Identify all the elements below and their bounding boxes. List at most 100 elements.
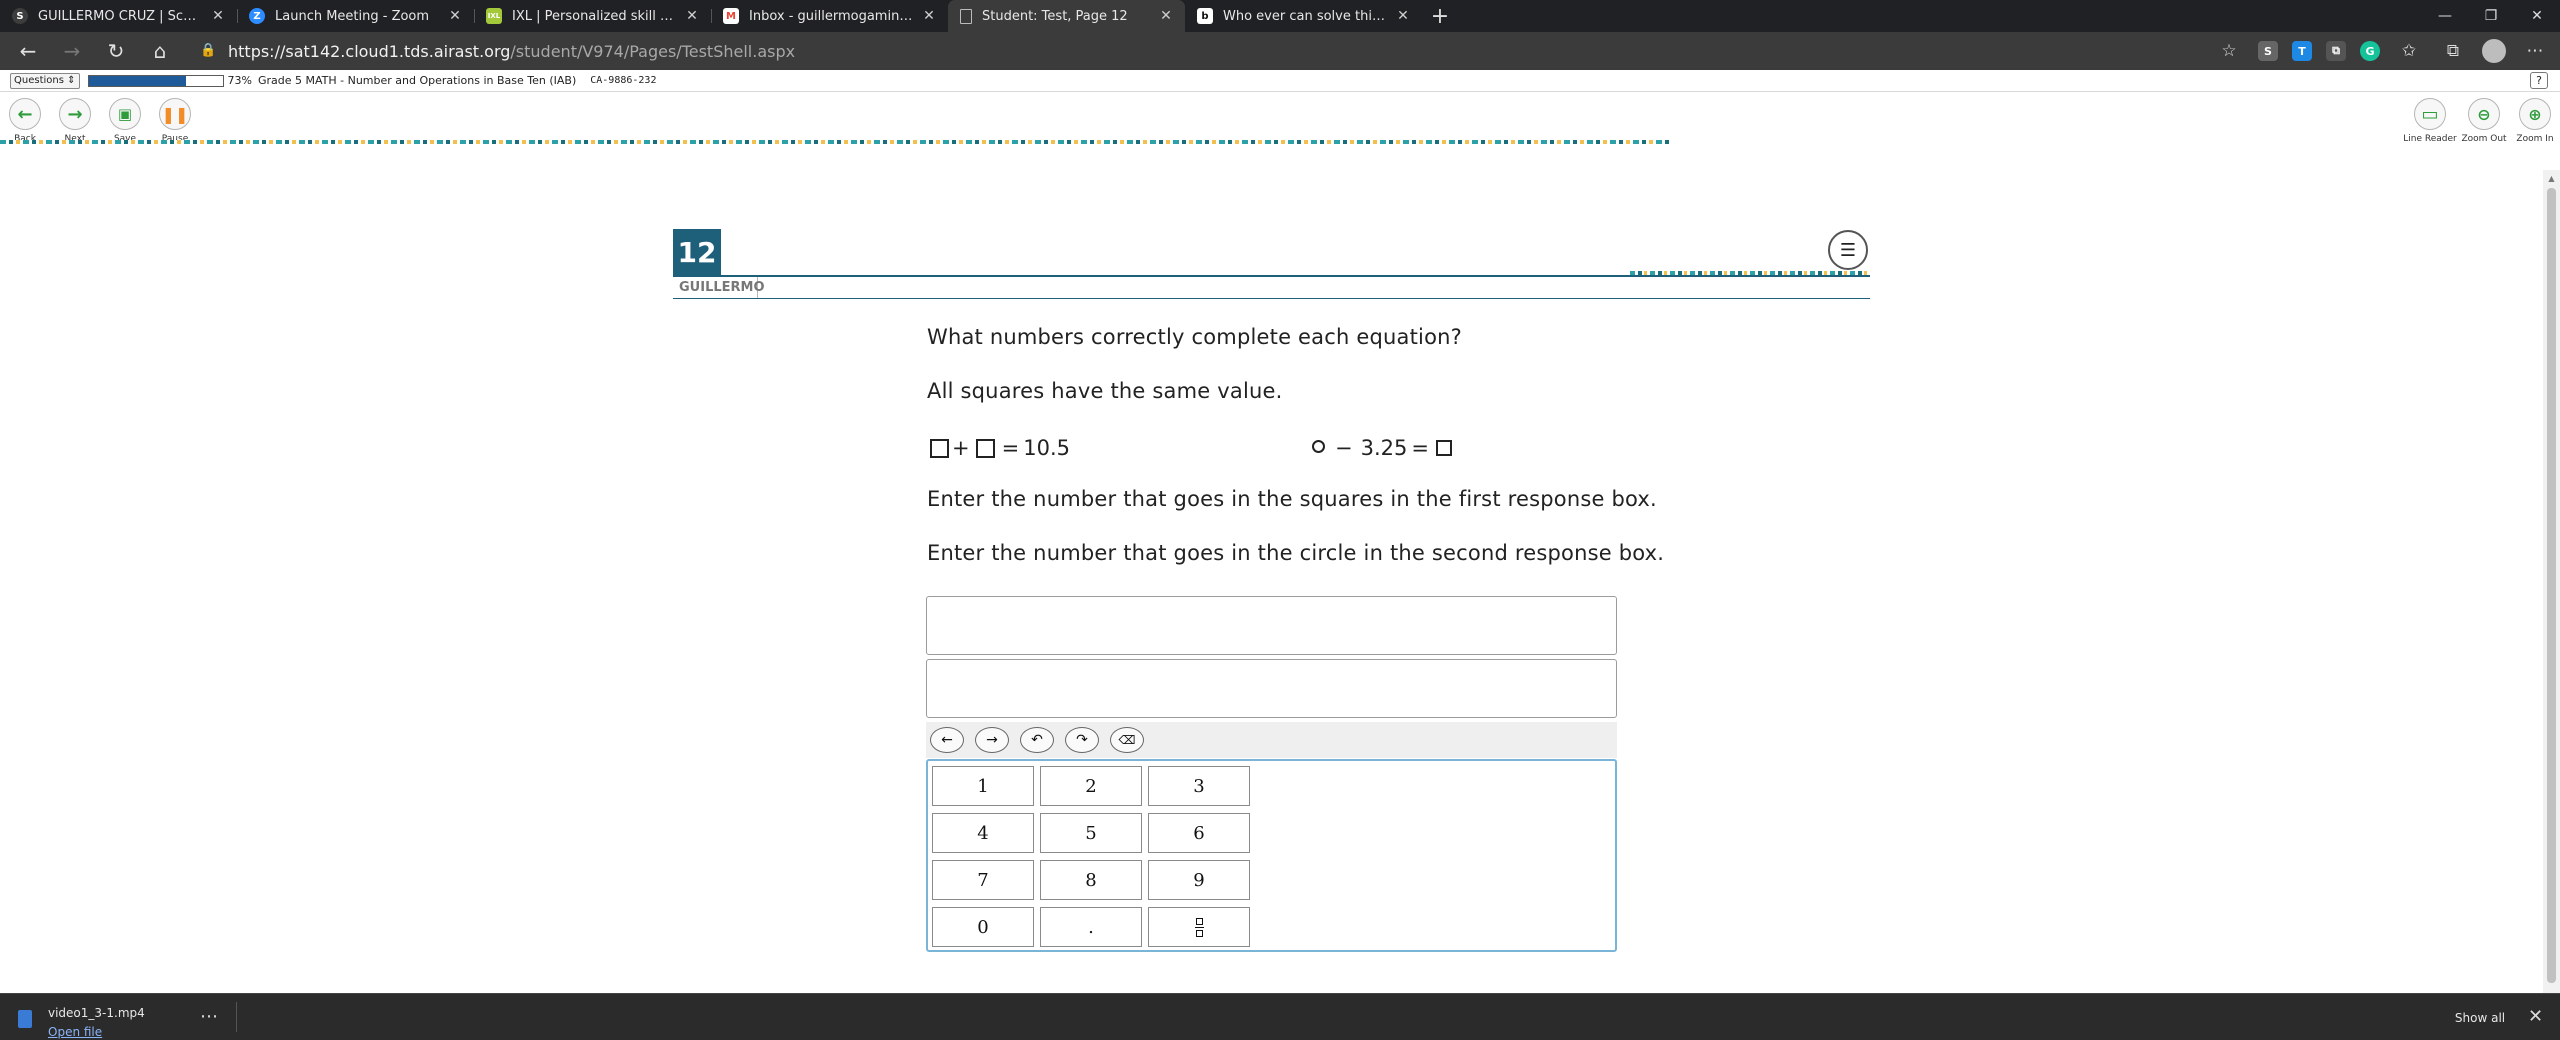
tab-title: Who ever can solve this you a g [1223, 8, 1388, 24]
downloads-bar: video1_3-1.mp4 Open file ⋯ Show all ✕ [0, 993, 2560, 1040]
zoom-out-button[interactable]: ⊖ Zoom Out [2459, 98, 2509, 144]
back-arrow-icon[interactable]: ← [6, 32, 50, 70]
next-arrow-icon: → [59, 98, 91, 130]
close-icon[interactable]: ✕ [446, 7, 464, 25]
key-fraction[interactable] [1148, 907, 1250, 947]
decorative-dashed-divider [1630, 271, 1868, 275]
equation-1-result: 10.5 [1023, 436, 1070, 460]
pause-button[interactable]: ❚❚ Pause [150, 98, 200, 144]
undo-icon[interactable]: ↶ [1020, 727, 1054, 753]
key-9[interactable]: 9 [1148, 860, 1250, 900]
scroll-up-icon[interactable]: ▲ [2547, 174, 2556, 184]
browser-tab-zoom[interactable]: Z Launch Meeting - Zoom ✕ [237, 0, 474, 32]
key-8[interactable]: 8 [1040, 860, 1142, 900]
cursor-left-icon[interactable]: ← [930, 727, 964, 753]
download-item[interactable]: video1_3-1.mp4 Open file [18, 1002, 145, 1039]
new-tab-button[interactable]: + [1422, 0, 1458, 32]
download-file-name: video1_3-1.mp4 [48, 1006, 145, 1020]
more-menu-icon[interactable]: ⋯ [2520, 36, 2550, 66]
page-icon [960, 8, 972, 24]
browser-tab-ixl[interactable]: IXL IXL | Personalized skill recomme ✕ [474, 0, 711, 32]
questions-dropdown[interactable]: Questions ⇕ [10, 72, 80, 89]
key-1[interactable]: 1 [932, 766, 1034, 806]
key-4[interactable]: 4 [932, 813, 1034, 853]
test-info-bar: Questions ⇕ 73% Grade 5 MATH - Number an… [0, 70, 2560, 92]
test-code: CA-9886-232 [590, 75, 657, 86]
backspace-icon[interactable]: ⌫ [1110, 727, 1144, 753]
favorites-icon[interactable]: ✩ [2394, 36, 2424, 66]
window-controls: — ❐ ✕ [2422, 0, 2560, 32]
key-6[interactable]: 6 [1148, 813, 1250, 853]
restore-icon[interactable]: ❐ [2468, 0, 2514, 32]
zoom-in-icon: ⊕ [2519, 98, 2551, 130]
key-3[interactable]: 3 [1148, 766, 1250, 806]
line-reader-icon: ▭ [2414, 98, 2446, 130]
zoom-icon: Z [249, 8, 265, 24]
brainly-icon: b [1197, 8, 1213, 24]
key-0[interactable]: 0 [932, 907, 1034, 947]
gmail-icon: M [723, 8, 739, 24]
next-button[interactable]: → Next [50, 98, 100, 144]
close-icon[interactable]: ✕ [2528, 1006, 2543, 1027]
questions-label: Questions [14, 74, 64, 86]
ixl-icon: IXL [486, 8, 502, 24]
tab-title: IXL | Personalized skill recomme [512, 8, 677, 24]
close-icon[interactable]: ✕ [920, 7, 938, 25]
redo-icon[interactable]: ↷ [1065, 727, 1099, 753]
add-favorite-icon[interactable]: ☆ [2214, 36, 2244, 66]
number-keypad: 1 2 3 4 5 6 7 8 9 0 . [926, 759, 1617, 952]
cursor-right-icon[interactable]: → [975, 727, 1009, 753]
minimize-icon[interactable]: — [2422, 0, 2468, 32]
pause-icon: ❚❚ [159, 98, 191, 130]
key-2[interactable]: 2 [1040, 766, 1142, 806]
open-file-link[interactable]: Open file [48, 1025, 145, 1039]
scrollbar-thumb[interactable] [2547, 188, 2556, 983]
reload-icon[interactable]: ↻ [94, 32, 138, 70]
extension-icon[interactable]: T [2292, 41, 2312, 61]
address-bar[interactable]: 🔒 https://sat142.cloud1.tds.airast.org/s… [200, 36, 2180, 66]
close-window-icon[interactable]: ✕ [2514, 0, 2560, 32]
close-icon[interactable]: ✕ [683, 7, 701, 25]
key-5[interactable]: 5 [1040, 813, 1142, 853]
close-icon[interactable]: ✕ [1394, 7, 1412, 25]
save-button[interactable]: ▣ Save [100, 98, 150, 144]
zoom-in-label: Zoom In [2516, 134, 2554, 144]
browser-tab-student-test[interactable]: Student: Test, Page 12 ✕ [948, 0, 1185, 32]
key-decimal-point[interactable]: . [1040, 907, 1142, 947]
help-button[interactable]: ? [2530, 72, 2548, 89]
extension-icon[interactable]: S [2258, 41, 2278, 61]
equation-1: + = 10.5 [927, 436, 1070, 460]
close-icon[interactable]: ✕ [1157, 7, 1175, 25]
browser-tab-gmail[interactable]: M Inbox - guillermogaming175@g ✕ [711, 0, 948, 32]
fraction-icon [1194, 917, 1204, 937]
show-all-button[interactable]: Show all [2440, 1004, 2520, 1032]
browser-tab-strip: S GUILLERMO CRUZ | Schoology ✕ Z Launch … [0, 0, 2560, 32]
response-box-2[interactable] [926, 659, 1617, 718]
line-reader-button[interactable]: ▭ Line Reader [2403, 98, 2457, 144]
close-icon[interactable]: ✕ [209, 7, 227, 25]
browser-tab-schoology[interactable]: S GUILLERMO CRUZ | Schoology ✕ [0, 0, 237, 32]
page-scrollbar[interactable]: ▲ [2543, 170, 2560, 993]
context-menu-button[interactable]: ☰ [1828, 230, 1868, 270]
tab-title: GUILLERMO CRUZ | Schoology [38, 8, 203, 24]
zoom-in-button[interactable]: ⊕ Zoom In [2510, 98, 2560, 144]
key-7[interactable]: 7 [932, 860, 1034, 900]
tab-title: Launch Meeting - Zoom [275, 8, 430, 24]
question-header-line [673, 275, 1870, 277]
more-options-icon[interactable]: ⋯ [200, 1006, 218, 1027]
grammarly-icon[interactable]: G [2360, 41, 2380, 61]
tab-title: Inbox - guillermogaming175@g [749, 8, 914, 24]
browser-extensions: ☆ S T ⧉ G ✩ ⧉ ⋯ [2214, 32, 2550, 70]
decorative-dashed-divider [0, 140, 1670, 144]
browser-tab-brainly[interactable]: b Who ever can solve this you a g ✕ [1185, 0, 1422, 32]
forward-arrow-icon[interactable]: → [50, 32, 94, 70]
response-box-1[interactable] [926, 596, 1617, 655]
home-icon[interactable]: ⌂ [138, 32, 182, 70]
tab-title: Student: Test, Page 12 [982, 8, 1128, 24]
profile-avatar[interactable] [2482, 39, 2506, 63]
browser-toolbar: ← → ↻ ⌂ 🔒 https://sat142.cloud1.tds.aira… [0, 32, 2560, 70]
collections-icon[interactable]: ⧉ [2438, 36, 2468, 66]
extension-icon[interactable]: ⧉ [2326, 41, 2346, 61]
back-button[interactable]: ← Back [0, 98, 50, 144]
equation-editor-toolbar: ← → ↶ ↷ ⌫ [926, 722, 1617, 758]
